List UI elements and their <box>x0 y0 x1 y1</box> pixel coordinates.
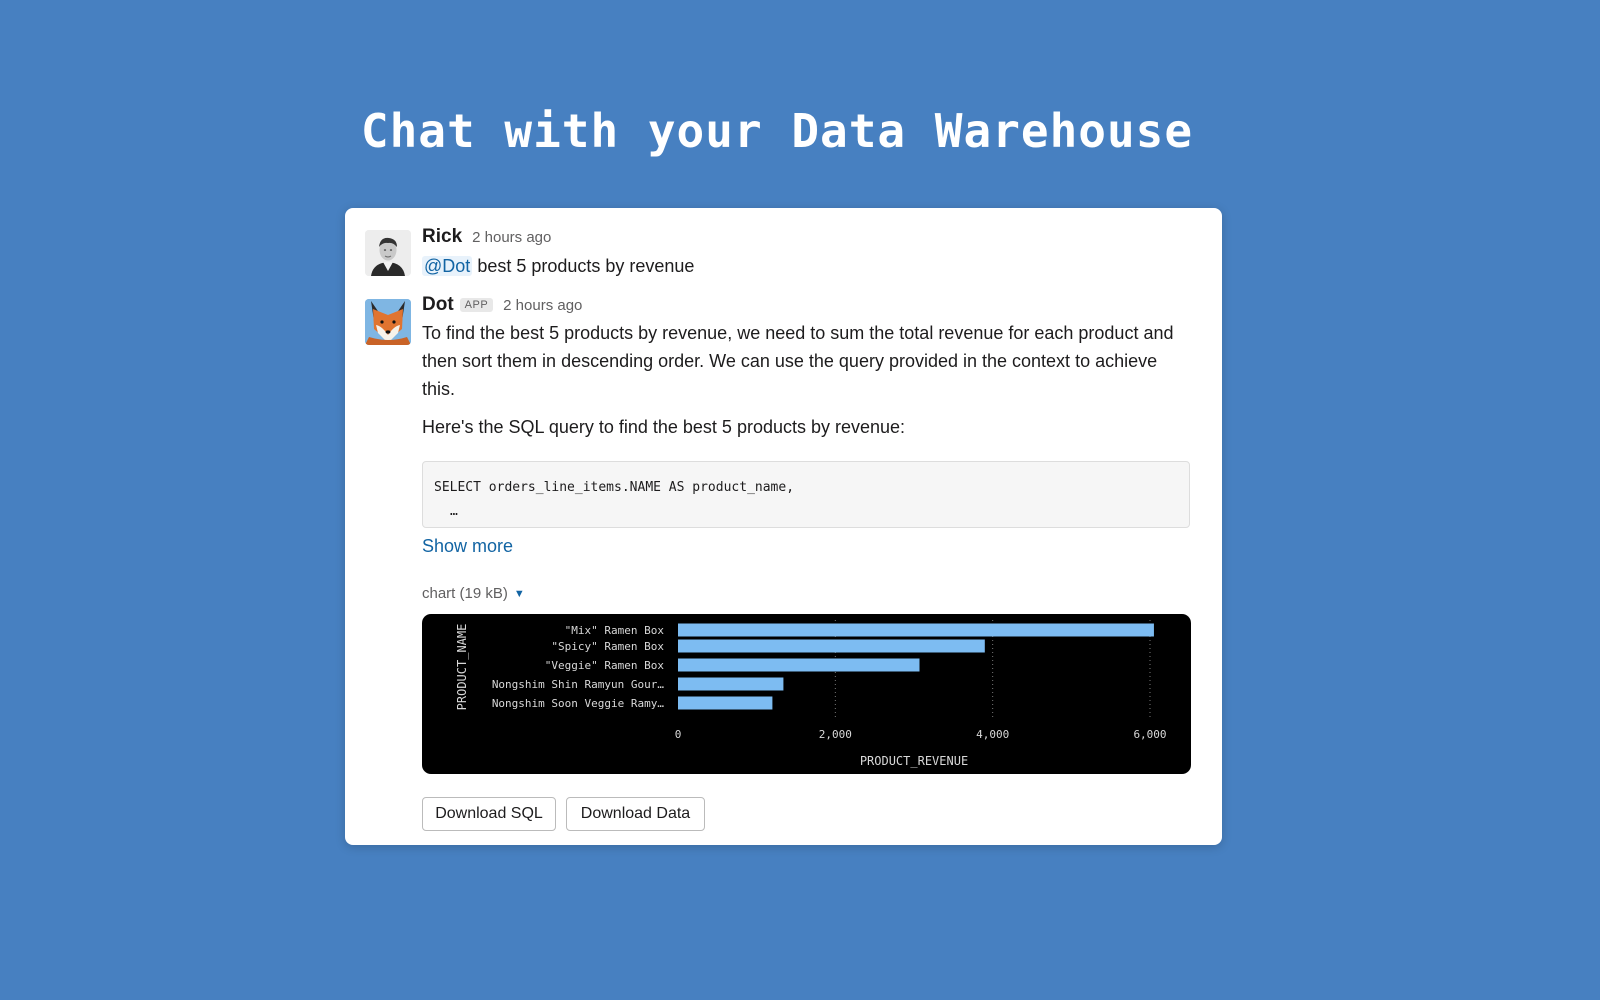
chart-y-axis-label: PRODUCT_NAME <box>455 624 469 711</box>
code-line: SELECT orders_line_items.NAME AS product… <box>434 480 795 495</box>
bot-avatar[interactable] <box>365 299 411 345</box>
bot-message-header: Dot APP 2 hours ago <box>422 294 582 316</box>
chart-bar <box>678 696 773 710</box>
chart-bar <box>678 623 1154 637</box>
bar-chart: "Mix" Ramen Box "Spicy" Ramen Box "Veggie"… <box>455 620 1167 768</box>
chat-card: Rick 2 hours ago @Dot best 5 products by… <box>345 208 1222 845</box>
mention-link[interactable]: @Dot <box>422 256 473 276</box>
chart-tick-label: 2,000 <box>819 728 852 741</box>
fox-icon <box>365 299 411 345</box>
caret-down-icon[interactable]: ▼ <box>514 588 525 600</box>
show-more-link[interactable]: Show more <box>422 536 513 557</box>
user-timestamp[interactable]: 2 hours ago <box>472 229 551 246</box>
bot-paragraph-2: Here's the SQL query to find the best 5 … <box>422 417 906 437</box>
chart-image[interactable]: "Mix" Ramen Box "Spicy" Ramen Box "Veggie"… <box>422 614 1191 774</box>
chart-bar <box>678 677 784 691</box>
chart-category-label: Nongshim Shin Ramyun Gour… <box>492 678 665 691</box>
app-badge: APP <box>459 298 494 312</box>
chart-bar <box>678 658 920 672</box>
user-avatar-icon <box>365 230 411 276</box>
bot-timestamp[interactable]: 2 hours ago <box>503 297 582 314</box>
code-line: … <box>450 504 458 519</box>
bot-name[interactable]: Dot <box>422 294 454 316</box>
bot-paragraph-1: To find the best 5 products by revenue, … <box>422 323 1174 399</box>
file-attachment-label: chart (19 kB) ▼ <box>422 585 525 602</box>
file-name: chart (19 kB) <box>422 585 508 602</box>
page-title: Chat with your Data Warehouse <box>360 104 1194 158</box>
user-message-header: Rick 2 hours ago <box>422 226 551 248</box>
chart-tick-label: 6,000 <box>1133 728 1166 741</box>
user-avatar[interactable] <box>365 230 411 276</box>
download-sql-button[interactable]: Download SQL <box>422 797 556 831</box>
chart-category-label: "Veggie" Ramen Box <box>545 659 665 672</box>
chart-x-axis-label: PRODUCT_REVENUE <box>860 754 968 768</box>
user-message-body: best 5 products by revenue <box>477 256 695 276</box>
user-message-text: @Dot best 5 products by revenue <box>422 252 1192 280</box>
chart-tick-label: 0 <box>675 728 682 741</box>
chart-category-label: Nongshim Soon Veggie Ramy… <box>492 697 665 710</box>
chart-category-label: "Mix" Ramen Box <box>565 624 665 637</box>
sql-code-block[interactable]: SELECT orders_line_items.NAME AS product… <box>422 461 1190 528</box>
chart-bar <box>678 639 985 653</box>
chart-tick-label: 4,000 <box>976 728 1009 741</box>
download-data-button[interactable]: Download Data <box>566 797 705 831</box>
chart-category-label: "Spicy" Ramen Box <box>551 640 664 653</box>
user-name[interactable]: Rick <box>422 226 462 248</box>
